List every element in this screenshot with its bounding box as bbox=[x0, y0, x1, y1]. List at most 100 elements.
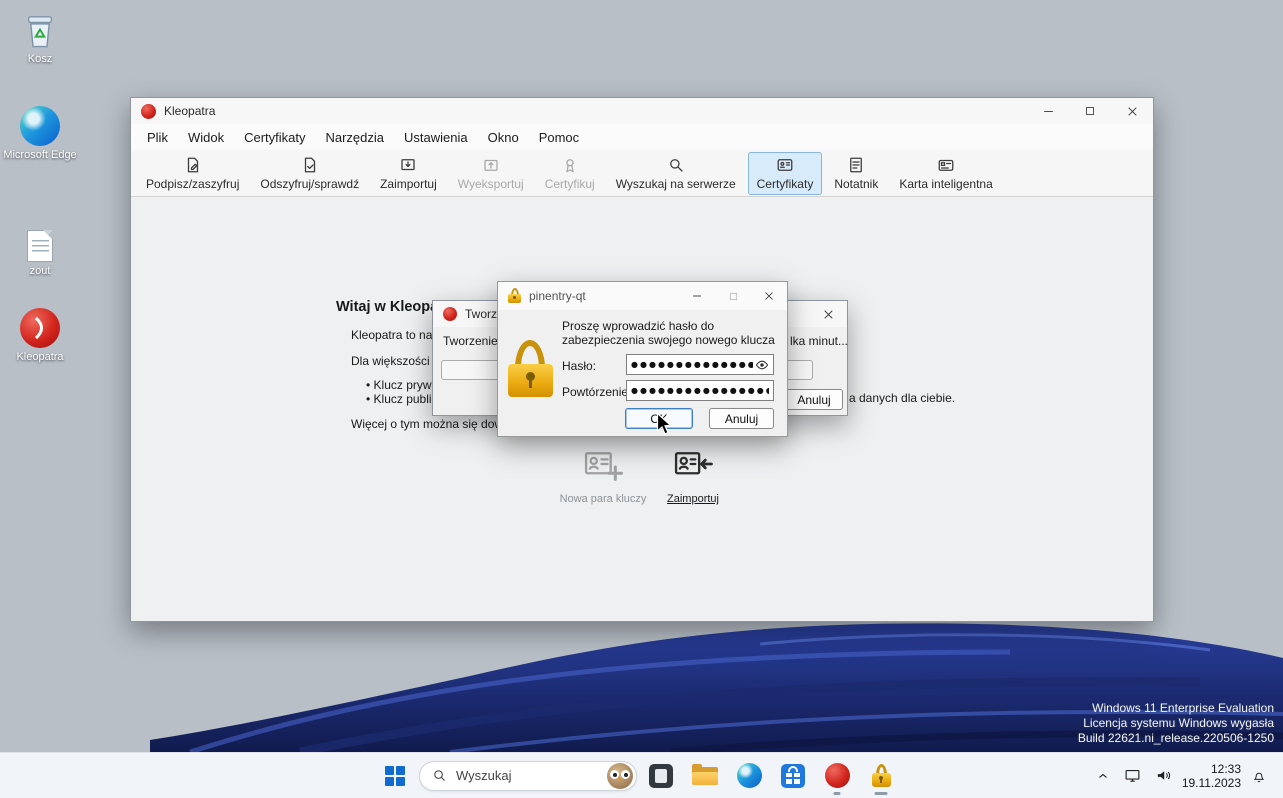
store-icon bbox=[781, 763, 805, 788]
welcome-bullet-continuation: a danych dla ciebie. bbox=[849, 391, 956, 405]
toolbar-label: Notatnik bbox=[834, 176, 879, 191]
desktop-icon-kleopatra[interactable]: Kleopatra bbox=[2, 306, 78, 364]
toolbar-label: Podpisz/zaszyfruj bbox=[146, 176, 240, 191]
kleopatra-titlebar[interactable]: Kleopatra bbox=[131, 98, 1153, 124]
recycle-bin-icon bbox=[2, 8, 78, 50]
repeat-password-input[interactable]: ●●●●●●●●●●●●●●●●●●●●●● bbox=[626, 380, 774, 401]
new-keypair-icon bbox=[583, 445, 623, 486]
watermark-line: Build 22621.ni_release.220506-1250 bbox=[1077, 731, 1274, 745]
taskbar-search[interactable]: Wyszukaj bbox=[419, 760, 637, 791]
progress-cancel-button[interactable]: Anuluj bbox=[785, 389, 843, 410]
show-password-eye-icon[interactable] bbox=[755, 358, 769, 372]
toolbar-label: Odszyfruj/sprawdź bbox=[260, 176, 360, 191]
prompt-line: zabezpieczenia swojego nowego klucza bbox=[562, 333, 775, 347]
menu-ustawienia[interactable]: Ustawienia bbox=[394, 126, 478, 149]
taskbar-clock[interactable]: 12:33 19.11.2023 bbox=[1182, 762, 1241, 790]
password-dots: ●●●●●●●●●●●●●●● bbox=[631, 360, 753, 369]
password-input[interactable]: ●●●●●●●●●●●●●●● bbox=[626, 354, 774, 375]
edge-taskbar-button[interactable] bbox=[729, 756, 769, 796]
mouse-cursor bbox=[656, 412, 672, 435]
running-indicator-active bbox=[874, 791, 888, 795]
notification-bell-button[interactable] bbox=[1247, 764, 1271, 788]
action-label: Zaimportuj bbox=[667, 493, 719, 505]
volume-tray-button[interactable] bbox=[1151, 763, 1176, 788]
desktop-icon-edge[interactable]: Microsoft Edge bbox=[2, 104, 78, 162]
folder-icon bbox=[692, 763, 718, 787]
smartcard-icon bbox=[937, 156, 955, 175]
network-icon bbox=[1125, 769, 1140, 782]
import-action-icon bbox=[673, 445, 713, 486]
start-button[interactable] bbox=[375, 756, 415, 796]
kleopatra-icon bbox=[824, 763, 850, 788]
speaker-icon bbox=[1157, 771, 1170, 780]
toolbar-sign-encrypt[interactable]: Podpisz/zaszyfruj bbox=[137, 152, 248, 195]
windows-watermark: Windows 11 Enterprise Evaluation Licencj… bbox=[1078, 701, 1274, 746]
network-tray-button[interactable] bbox=[1120, 763, 1145, 788]
windows-logo-icon bbox=[385, 765, 405, 786]
desktop-icon-zout[interactable]: zout bbox=[2, 220, 78, 278]
desktop-icon-label: Kosz bbox=[27, 53, 53, 65]
prompt-line: Proszę wprowadzić hasło do bbox=[562, 319, 715, 333]
toolbar-notepad[interactable]: Notatnik bbox=[825, 152, 887, 195]
toolbar-decrypt-verify[interactable]: Odszyfruj/sprawdź bbox=[251, 152, 368, 195]
desktop-icon-label: Kleopatra bbox=[16, 351, 64, 363]
search-highlight-owl-icon[interactable] bbox=[607, 762, 633, 789]
taskbar-tray: 12:33 19.11.2023 bbox=[1092, 753, 1283, 798]
toolbar-label: Wyeksportuj bbox=[457, 176, 524, 191]
cancel-button[interactable]: Anuluj bbox=[709, 408, 774, 429]
toolbar-certify[interactable]: Certyfikuj bbox=[536, 152, 604, 195]
menu-plik[interactable]: Plik bbox=[137, 126, 178, 149]
kleopatra-app-icon bbox=[443, 307, 457, 321]
close-button[interactable] bbox=[751, 282, 787, 310]
toolbar: Podpisz/zaszyfruj Odszyfruj/sprawdź Zaim… bbox=[131, 150, 1153, 197]
dialog-title: pinentry-qt bbox=[529, 289, 586, 303]
search-icon bbox=[667, 156, 685, 175]
maximize-button[interactable] bbox=[1069, 98, 1111, 124]
password-label: Hasło: bbox=[562, 359, 597, 373]
welcome-bullet: • Klucz public bbox=[366, 392, 438, 406]
lock-icon bbox=[871, 764, 891, 787]
pinentry-taskbar-button[interactable] bbox=[861, 756, 901, 796]
pinentry-prompt: Proszę wprowadzić hasło do zabezpieczeni… bbox=[562, 319, 775, 347]
desktop-icon-label: Microsoft Edge bbox=[3, 149, 77, 161]
clock-time: 12:33 bbox=[1210, 761, 1241, 776]
close-button[interactable] bbox=[1111, 98, 1153, 124]
running-indicator bbox=[833, 791, 841, 795]
taskbar: Wyszukaj 12:33 19.11.2023 bbox=[0, 752, 1283, 798]
toolbar-export[interactable]: Wyeksportuj bbox=[449, 152, 533, 195]
pinentry-titlebar[interactable]: pinentry-qt bbox=[498, 282, 787, 310]
kleopatra-taskbar-button[interactable] bbox=[817, 756, 857, 796]
minimize-button[interactable] bbox=[679, 282, 715, 310]
toolbar-certificates[interactable]: Certyfikaty bbox=[747, 151, 823, 195]
watermark-line: Windows 11 Enterprise Evaluation bbox=[1092, 701, 1274, 715]
toolbar-lookup-server[interactable]: Wyszukaj na serwerze bbox=[607, 152, 745, 195]
file-explorer-button[interactable] bbox=[685, 756, 725, 796]
clock-date: 19.11.2023 bbox=[1181, 775, 1241, 790]
toolbar-import[interactable]: Zaimportuj bbox=[371, 152, 446, 195]
taskbar-center: Wyszukaj bbox=[375, 753, 901, 798]
menu-narzedzia[interactable]: Narzędzia bbox=[315, 126, 394, 149]
toolbar-label: Certyfikaty bbox=[756, 176, 814, 191]
import-action-button[interactable]: Zaimportuj bbox=[659, 445, 727, 505]
pinentry-lock-icon bbox=[508, 288, 521, 304]
window-title: Kleopatra bbox=[164, 104, 216, 118]
edge-icon bbox=[736, 763, 762, 788]
menu-certyfikaty[interactable]: Certyfikaty bbox=[234, 126, 315, 149]
padlock-icon bbox=[508, 340, 554, 398]
toolbar-label: Certyfikuj bbox=[544, 176, 595, 191]
toolbar-label: Karta inteligentna bbox=[899, 176, 993, 191]
menu-widok[interactable]: Widok bbox=[178, 126, 234, 149]
desktop-icon-recycle-bin[interactable]: Kosz bbox=[2, 8, 78, 66]
new-keypair-button[interactable]: Nowa para kluczy bbox=[558, 445, 648, 505]
minimize-button[interactable] bbox=[1027, 98, 1069, 124]
decrypt-verify-icon bbox=[301, 156, 319, 175]
maximize-button[interactable] bbox=[715, 282, 751, 310]
toolbar-smartcard[interactable]: Karta inteligentna bbox=[890, 152, 1001, 195]
close-button[interactable] bbox=[809, 301, 847, 327]
store-button[interactable] bbox=[773, 756, 813, 796]
tray-expand-button[interactable] bbox=[1092, 765, 1114, 787]
menu-pomoc[interactable]: Pomoc bbox=[529, 126, 589, 149]
menu-okno[interactable]: Okno bbox=[478, 126, 529, 149]
password-dots: ●●●●●●●●●●●●●●●●●●●●●● bbox=[631, 386, 769, 395]
taskbar-app-dark-button[interactable] bbox=[641, 756, 681, 796]
